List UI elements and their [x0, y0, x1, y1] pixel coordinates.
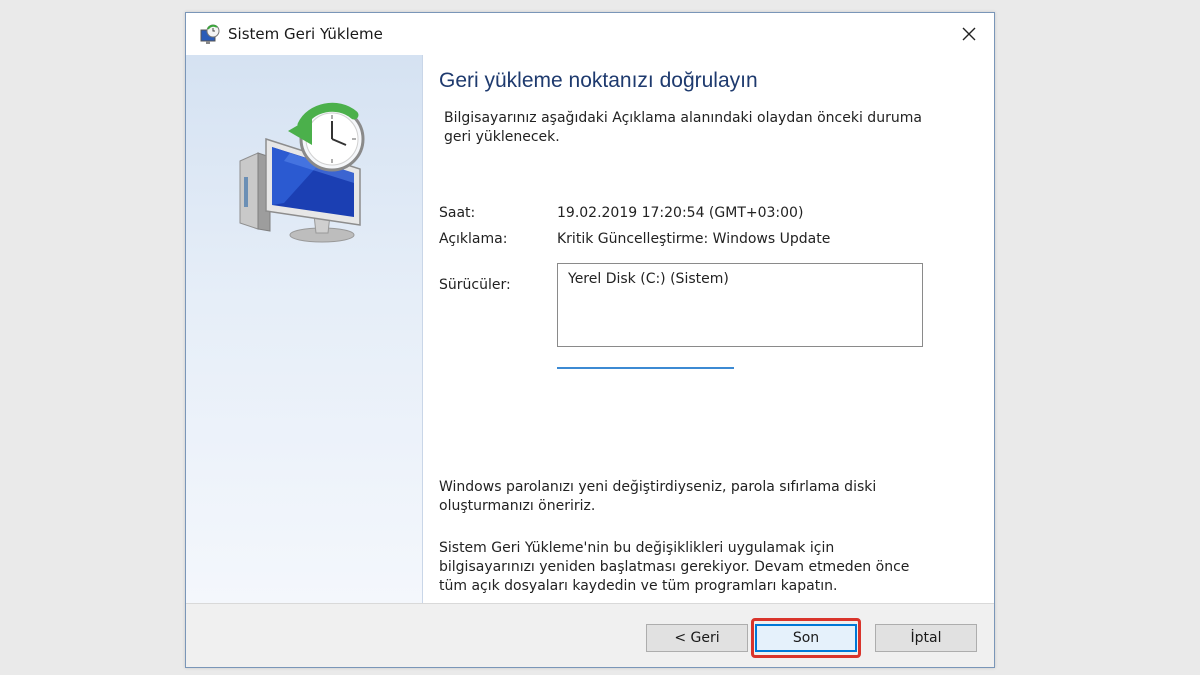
list-item[interactable]: Yerel Disk (C:) (Sistem): [568, 271, 729, 287]
scan-progress-line: [557, 367, 734, 369]
wizard-footer: < Geri Son İptal: [186, 603, 994, 667]
password-note: Windows parolanızı yeni değiştirdiyseniz…: [439, 479, 877, 514]
page-title: Geri yükleme noktanızı doğrulayın: [439, 69, 758, 92]
close-button[interactable]: [952, 19, 986, 49]
drives-list[interactable]: Yerel Disk (C:) (Sistem): [557, 263, 923, 347]
close-icon: [962, 27, 976, 41]
description-label: Açıklama:: [439, 231, 508, 247]
wizard-content: Geri yükleme noktanızı doğrulayın Bilgis…: [423, 55, 994, 603]
time-label: Saat:: [439, 205, 476, 221]
back-button[interactable]: < Geri: [646, 624, 748, 652]
description-value: Kritik Güncelleştirme: Windows Update: [557, 231, 831, 247]
finish-button[interactable]: Son: [755, 624, 857, 652]
window-title: Sistem Geri Yükleme: [228, 25, 383, 43]
system-restore-icon: [200, 24, 220, 44]
title-bar[interactable]: Sistem Geri Yükleme: [186, 13, 994, 55]
time-value: 19.02.2019 17:20:54 (GMT+03:00): [557, 205, 804, 221]
drives-label: Sürücüler:: [439, 277, 511, 293]
wizard-sidebar: [186, 55, 423, 603]
system-restore-monitor-clock-icon: [239, 102, 365, 243]
restart-note: Sistem Geri Yükleme'nin bu değişiklikler…: [439, 540, 910, 594]
cancel-button[interactable]: İptal: [875, 624, 977, 652]
intro-text: Bilgisayarınız aşağıdaki Açıklama alanın…: [444, 110, 922, 145]
system-restore-window: Sistem Geri Yükleme Geri yükleme noktanı…: [185, 12, 995, 668]
